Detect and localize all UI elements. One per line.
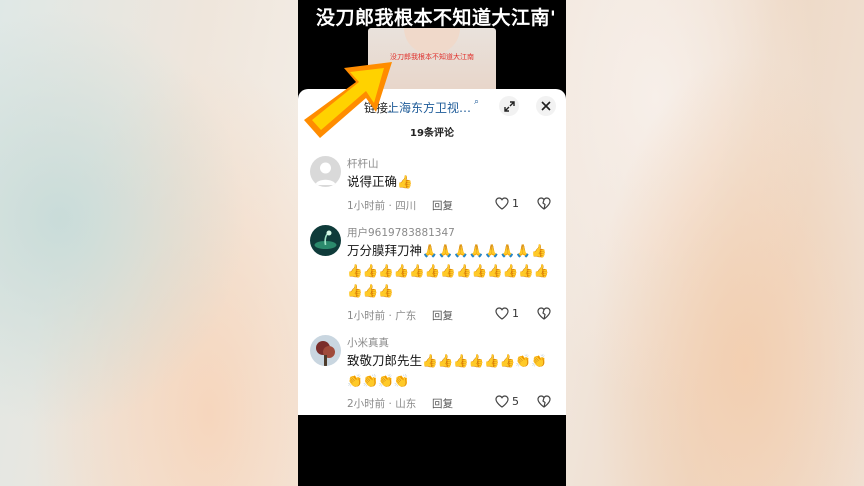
close-icon[interactable]	[536, 96, 556, 116]
video-person	[404, 28, 460, 54]
broken-heart-icon	[537, 307, 551, 320]
pointer-arrow-icon	[300, 58, 400, 142]
comment-time: 1小时前	[347, 200, 386, 212]
dislike-button[interactable]	[537, 307, 551, 323]
comment-username[interactable]: 小米真真	[347, 335, 389, 350]
comment-item: 用户9619783881347 万分膜拜刀神🙏🙏🙏🙏🙏🙏🙏👍👍👍👍👍👍👍👍👍👍👍…	[298, 225, 566, 325]
video-bottom-area	[298, 415, 566, 486]
comment-meta: 2小时前 · 山东	[347, 398, 417, 410]
broken-heart-icon	[537, 197, 551, 210]
broken-heart-icon	[537, 395, 551, 408]
comment-time: 2小时前	[347, 398, 386, 410]
comment-text: 致敬刀郎先生👍👍👍👍👍👍👏👏👏👏👏👏	[347, 353, 547, 388]
expand-icon[interactable]	[499, 96, 519, 116]
comment-item: 小米真真 致敬刀郎先生👍👍👍👍👍👍👏👏👏👏👏👏 2小时前 · 山东 回复 5	[298, 335, 566, 415]
comment-username[interactable]: 用户9619783881347	[347, 225, 455, 240]
blurred-background-left	[0, 0, 298, 486]
video-title-text: 没刀郎我根本不知道大江南	[316, 7, 551, 29]
search-icon[interactable]: ⌕	[474, 97, 479, 107]
like-button[interactable]: 5	[495, 395, 519, 408]
video-title-tail: '	[550, 7, 557, 29]
comment-text: 万分膜拜刀神🙏🙏🙏🙏🙏🙏🙏👍👍👍👍👍👍👍👍👍👍👍👍👍👍👍👍👍	[347, 243, 550, 298]
comment-region: 山东	[395, 398, 417, 410]
comment-meta: 1小时前 · 广东	[347, 310, 417, 322]
heart-icon	[495, 197, 509, 210]
blurred-background-right	[566, 0, 864, 486]
avatar[interactable]	[310, 225, 341, 256]
reply-button[interactable]: 回复	[432, 396, 453, 411]
heart-icon	[495, 395, 509, 408]
comment-region: 四川	[395, 200, 417, 212]
dislike-button[interactable]	[537, 197, 551, 213]
avatar[interactable]	[310, 335, 341, 366]
dislike-button[interactable]	[537, 395, 551, 411]
comment-time: 1小时前	[347, 310, 386, 322]
like-button[interactable]: 1	[495, 307, 519, 320]
video-title: 没刀郎我根本不知道大江南'	[316, 3, 566, 30]
comment-item: 杆杆山 说得正确👍 1小时前 · 四川 回复 1	[298, 156, 566, 216]
comment-username[interactable]: 杆杆山	[347, 156, 379, 171]
reply-button[interactable]: 回复	[432, 198, 453, 213]
like-count: 1	[512, 307, 519, 320]
comment-meta: 1小时前 · 四川	[347, 200, 417, 212]
avatar[interactable]	[310, 156, 341, 187]
reply-button[interactable]: 回复	[432, 308, 453, 323]
comment-region: 广东	[395, 310, 417, 322]
like-count: 1	[512, 197, 519, 210]
heart-icon	[495, 307, 509, 320]
comment-text: 说得正确👍	[347, 174, 413, 189]
like-count: 5	[512, 395, 519, 408]
like-button[interactable]: 1	[495, 197, 519, 210]
